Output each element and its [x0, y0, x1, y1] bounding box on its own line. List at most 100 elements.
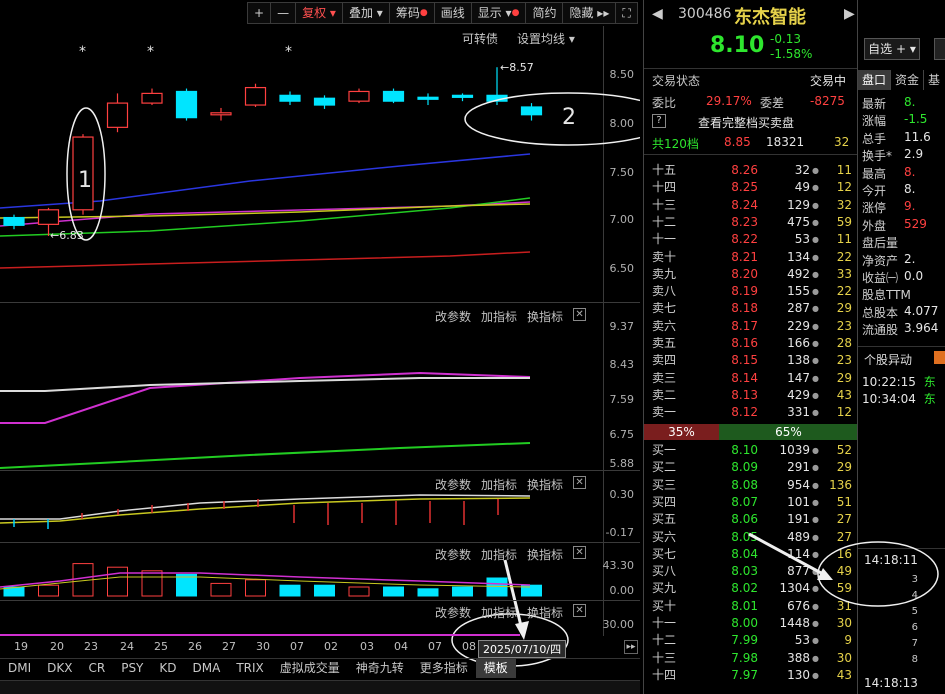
level-count: 23 — [836, 318, 852, 333]
add-indicator-button[interactable]: 加指标 — [481, 604, 517, 621]
orderbook-row[interactable]: 卖四 8.15 138 ● 23 — [644, 352, 858, 369]
level-dot-icon: ● — [812, 356, 819, 366]
level-price: 8.16 — [731, 336, 758, 350]
level-name: 买三 — [652, 477, 677, 492]
movement-toggle-icon[interactable] — [934, 351, 945, 364]
volume-bar — [417, 588, 439, 597]
level-volume: 291 — [787, 460, 810, 475]
scroll-right-icon[interactable]: ▸▸ — [624, 640, 638, 654]
orderbook-row[interactable]: 买四 8.07 101 ● 51 — [644, 494, 858, 511]
tab-magic-nine[interactable]: 神奇九转 — [348, 659, 412, 678]
level-price: 8.08 — [731, 477, 758, 492]
orderbook-row[interactable]: 十二 8.23 475 ● 59 — [644, 214, 858, 231]
movement-item[interactable]: 10:22:15 东 — [862, 373, 936, 390]
level-volume: 129 — [787, 197, 810, 212]
tab-template[interactable]: 模板 — [475, 659, 516, 678]
sell-ratio-bar: 35% — [644, 424, 719, 440]
orderbook-row[interactable]: 卖八 8.19 155 ● 22 — [644, 283, 858, 300]
date-tick: 20 — [50, 640, 64, 653]
add-watchlist-button[interactable]: 自选 + ▾ — [864, 38, 920, 60]
tab-cr[interactable]: CR — [80, 659, 113, 678]
level-price: 7.99 — [731, 633, 758, 648]
tab-jiben[interactable]: 基 — [923, 70, 944, 90]
level-count: 12 — [836, 180, 852, 195]
date-tick: 08 — [462, 640, 476, 653]
level-name: 卖一 — [652, 405, 677, 420]
orderbook-row[interactable]: 买三 8.08 954 ● 136 — [644, 477, 858, 494]
orderbook-row[interactable]: 十三 7.98 388 ● 30 — [644, 650, 858, 667]
kline-chart-area[interactable]: + — 复权 ▾ 叠加 ▾ 筹码● 画线 显示 ▾● 简约 隐藏 ▸▸ ⛶ 可转… — [0, 0, 640, 694]
orderbook-row[interactable]: 卖九 8.20 492 ● 33 — [644, 266, 858, 283]
orderbook-row[interactable]: 十四 7.97 130 ● 43 — [644, 667, 858, 684]
level-price: 7.98 — [731, 650, 758, 665]
view-full-orderbook-button[interactable]: 查看完整档买卖盘 — [698, 114, 794, 131]
date-tick: 23 — [84, 640, 98, 653]
orderbook-row[interactable]: 卖五 8.16 166 ● 28 — [644, 335, 858, 352]
orderbook-row[interactable]: 买二 8.09 291 ● 29 — [644, 459, 858, 476]
orderbook-row[interactable]: 卖六 8.17 229 ● 23 — [644, 318, 858, 335]
stat-value: 9. — [904, 199, 916, 214]
edit-params-button[interactable]: 改参数 — [435, 604, 471, 621]
tab-zijin[interactable]: 资金 — [890, 70, 923, 90]
next-stock-icon[interactable]: ▶ — [844, 6, 855, 22]
orderbook-row[interactable]: 十四 8.25 49 ● 12 — [644, 179, 858, 196]
level-count: 22 — [836, 249, 852, 264]
more-button[interactable] — [934, 38, 945, 60]
orderbook-row[interactable]: 买五 8.06 191 ● 27 — [644, 511, 858, 528]
date-tick: 30 — [256, 640, 270, 653]
tab-pankou[interactable]: 盘口 — [858, 70, 891, 90]
tab-virtual-volume[interactable]: 虚拟成交量 — [272, 659, 348, 678]
orderbook-row[interactable]: 十一 8.22 53 ● 11 — [644, 231, 858, 248]
level-volume: 287 — [787, 301, 810, 316]
orderbook-row[interactable]: 十五 8.26 32 ● 11 — [644, 162, 858, 179]
orderbook-row[interactable]: 卖一 8.12 331 ● 12 — [644, 404, 858, 421]
tab-more-indicators[interactable]: 更多指标 — [412, 659, 476, 678]
level-name: 卖五 — [652, 336, 677, 350]
tab-kd[interactable]: KD — [151, 659, 184, 678]
divider — [644, 68, 858, 69]
price-change: -0.13 — [770, 32, 802, 46]
prev-stock-icon[interactable]: ◀ — [652, 6, 663, 22]
movement-item[interactable]: 10:34:04 东 — [862, 390, 936, 407]
orderbook-row[interactable]: 买一 8.10 1039 ● 52 — [644, 442, 858, 459]
level-name: 卖十 — [652, 249, 677, 264]
stat-label: 涨停 — [862, 201, 887, 216]
stat-value: 2. — [904, 251, 916, 266]
volume-bar — [176, 573, 197, 597]
level-volume: 475 — [787, 214, 810, 229]
close-panel-icon[interactable]: ✕ — [573, 604, 587, 617]
tab-dma[interactable]: DMA — [185, 659, 229, 678]
stat-label: 最新 — [862, 97, 887, 111]
level-dot-icon: ● — [812, 515, 819, 525]
orderbook-row[interactable]: 卖三 8.14 147 ● 29 — [644, 370, 858, 387]
level-count: 29 — [836, 301, 852, 316]
level-price: 8.10 — [731, 443, 758, 457]
tick-value: 6 — [911, 622, 918, 633]
stat-value: 4.077 — [904, 303, 939, 318]
orderbook-row[interactable]: 卖十 8.21 134 ● 22 — [644, 249, 858, 266]
orderbook-row[interactable]: 卖七 8.18 287 ● 29 — [644, 300, 858, 317]
annotation-number-1: 1 — [78, 168, 92, 193]
help-icon[interactable]: ? — [652, 114, 666, 128]
level-price: 8.18 — [731, 301, 758, 316]
level-name: 十一 — [652, 232, 677, 247]
level-name: 十四 — [652, 180, 677, 195]
stat-row: 股息TTM — [862, 286, 945, 303]
orderbook-row[interactable]: 十二 7.99 53 ● 9 — [644, 632, 858, 649]
switch-indicator-button[interactable]: 换指标 — [527, 604, 563, 621]
tab-psy[interactable]: PSY — [113, 659, 151, 678]
orderbook-row[interactable]: 卖二 8.13 429 ● 43 — [644, 387, 858, 404]
tab-dmi[interactable]: DMI — [0, 659, 39, 678]
tab-dkx[interactable]: DKX — [39, 659, 80, 678]
level-count: 29 — [836, 370, 852, 385]
stat-row: 最新 8. — [862, 95, 945, 112]
tick-value: 7 — [911, 638, 918, 649]
tick-time: 14:18:13 — [864, 676, 918, 690]
level-count: 30 — [836, 650, 852, 665]
level-volume: 191 — [787, 512, 810, 527]
level-dot-icon: ● — [812, 269, 819, 279]
orderbook-row[interactable]: 十三 8.24 129 ● 32 — [644, 197, 858, 214]
tab-trix[interactable]: TRIX — [228, 659, 271, 678]
level-dot-icon: ● — [812, 463, 819, 473]
horizontal-scrollbar[interactable] — [0, 680, 640, 694]
